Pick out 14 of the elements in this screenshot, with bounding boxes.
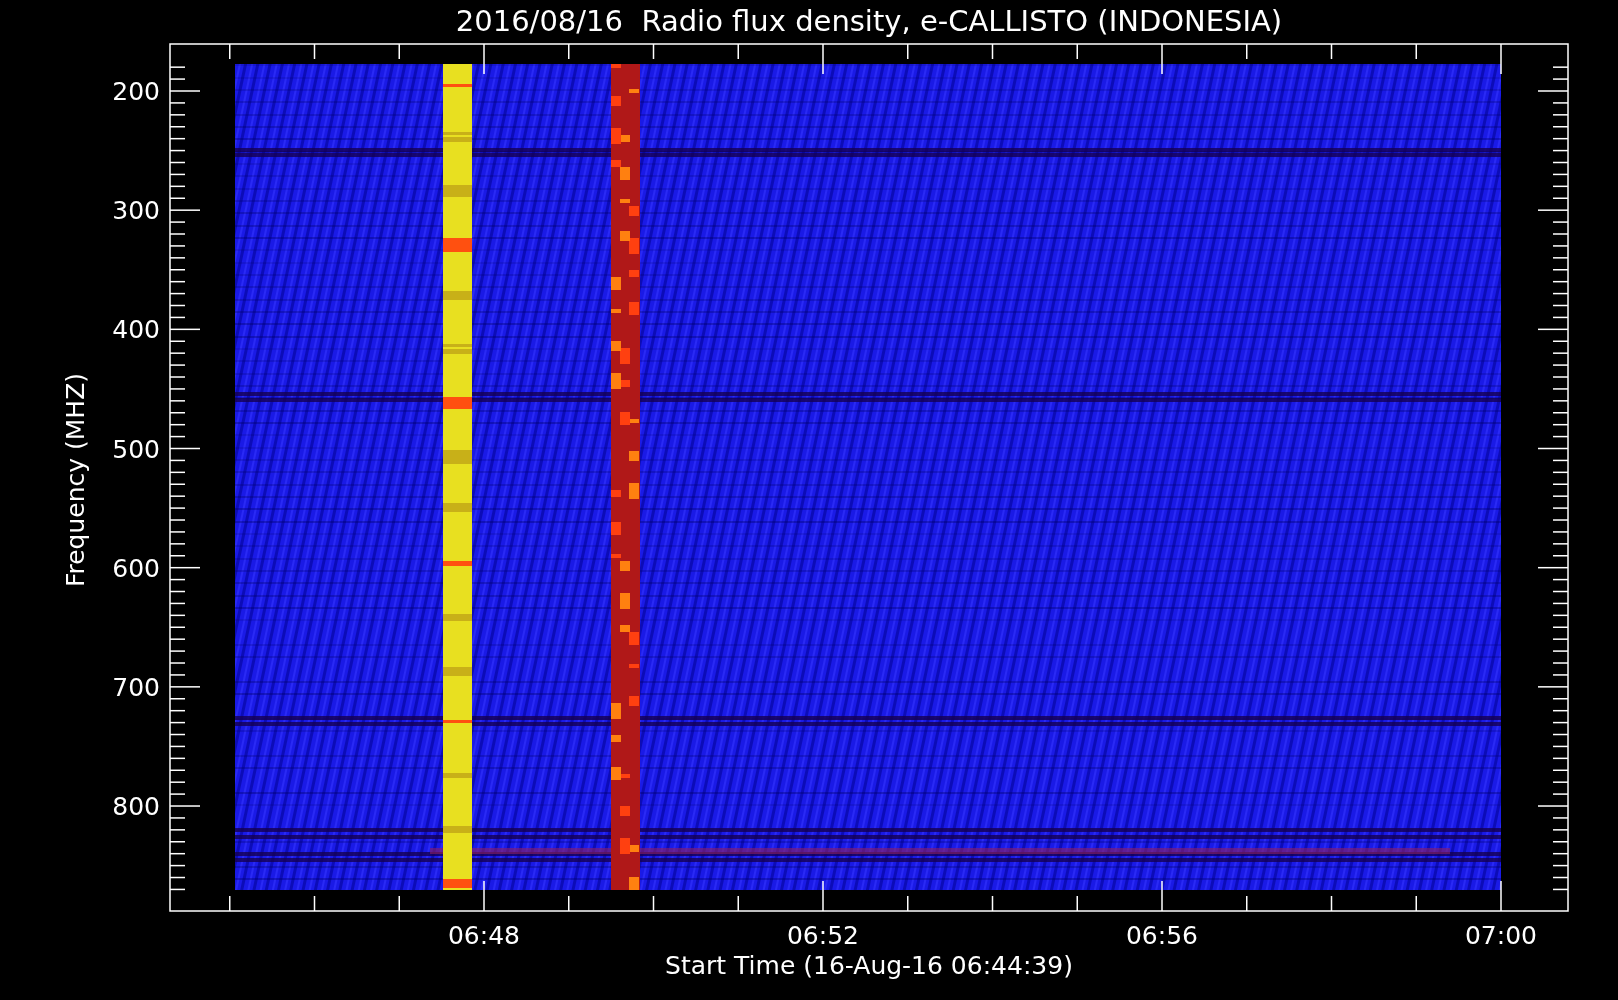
tick-label: 06:52 — [787, 921, 859, 950]
plot-title: 2016/08/16 Radio flux density, e-CALLISTO (INDONESIA) — [455, 4, 1283, 38]
tick-label: 07:00 — [1465, 921, 1537, 950]
tick-label: 700 — [112, 672, 160, 702]
tick-label: 300 — [112, 196, 160, 226]
axis-label: Start Time (16-Aug-16 06:44:39) — [665, 951, 1073, 980]
tick-label: 500 — [112, 434, 160, 464]
tick-label: 200 — [112, 77, 160, 106]
tick-label: 06:56 — [1126, 921, 1198, 950]
tick-label: 600 — [112, 553, 160, 583]
tick-label: 800 — [112, 792, 160, 821]
tick-label: 06:48 — [448, 921, 520, 950]
axis-label: Frequency (MHZ) — [61, 372, 90, 588]
tick-label: 400 — [112, 315, 160, 345]
